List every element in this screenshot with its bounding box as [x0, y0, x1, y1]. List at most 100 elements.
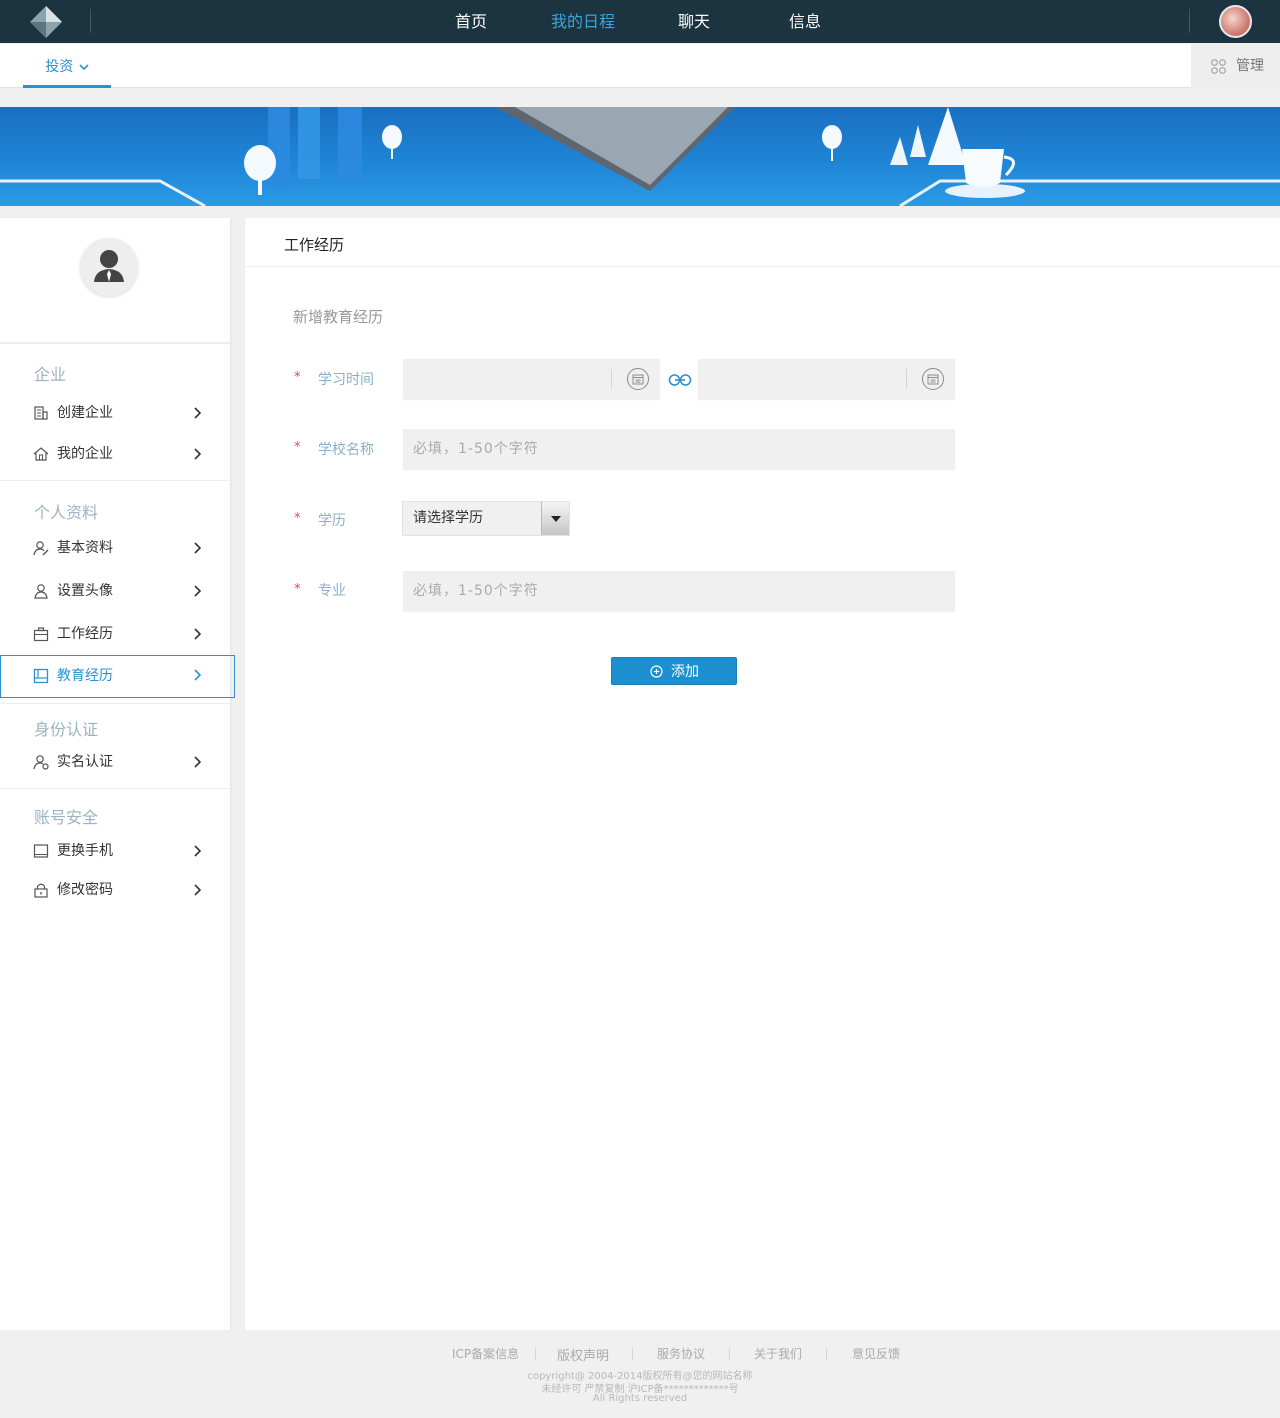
banner-illustration — [0, 107, 1280, 206]
nav-chat[interactable]: 聊天 — [654, 0, 734, 43]
degree-select[interactable]: 请选择学历 — [402, 501, 570, 536]
footer-divider — [535, 1348, 536, 1360]
id-user-icon — [33, 755, 49, 770]
user-avatar-top[interactable] — [1219, 5, 1252, 38]
sidebar-item-work-experience[interactable]: 工作经历 — [0, 614, 230, 654]
sidebar-divider — [0, 788, 230, 789]
footer-divider — [729, 1348, 730, 1360]
input-divider — [611, 369, 612, 389]
sidebar: 企业 创建企业 我的企业 个人资料 基本资料 设置头像 工作经历 教育经历 身份… — [0, 218, 235, 1330]
sidebar-item-label: 修改密码 — [57, 882, 113, 898]
sidebar-item-label: 基本资料 — [57, 540, 113, 556]
user-edit-icon — [33, 541, 49, 556]
tab-invest-label: 投资 — [45, 59, 74, 75]
degree-selected-value: 请选择学历 — [413, 510, 483, 526]
sidebar-item-change-phone[interactable]: 更换手机 — [0, 831, 230, 871]
sidebar-divider — [0, 342, 230, 344]
manage-button[interactable]: 管理 — [1191, 44, 1280, 88]
study-time-label: 学习时间 — [318, 372, 374, 388]
sidebar-item-create-company[interactable]: 创建企业 — [0, 393, 230, 433]
user-silhouette-icon — [94, 250, 124, 282]
tablet-icon — [33, 844, 49, 858]
page-title: 工作经历 — [284, 236, 345, 254]
chevron-right-icon — [194, 628, 202, 640]
footer-link-about[interactable]: 关于我们 — [754, 1345, 802, 1362]
lock-icon — [34, 883, 48, 898]
sidebar-item-my-company[interactable]: 我的企业 — [0, 434, 230, 474]
input-divider — [906, 369, 907, 389]
footer-link-icp[interactable]: ICP备案信息 — [452, 1345, 519, 1362]
chevron-right-icon — [194, 756, 202, 768]
logo-divider — [90, 9, 91, 33]
banner-image — [0, 107, 1280, 206]
sidebar-item-label: 教育经历 — [57, 668, 113, 684]
chevron-right-icon — [194, 585, 202, 597]
calendar-icon[interactable] — [921, 367, 945, 391]
sidebar-item-label: 创建企业 — [57, 405, 113, 421]
main-panel: 工作经历 新增教育经历 * 学习时间 * 学校名称 必填，1-50个字符 * 学… — [245, 218, 1280, 1330]
title-divider — [245, 266, 1280, 267]
study-end-date-input[interactable] — [698, 359, 955, 399]
sidebar-group-company: 企业 — [34, 365, 67, 384]
degree-label: 学历 — [318, 513, 346, 529]
link-icon — [668, 374, 692, 386]
required-mark: * — [294, 582, 301, 597]
sidebar-group-identity: 身份认证 — [34, 720, 99, 739]
briefcase-icon — [33, 627, 49, 642]
chevron-down-icon — [79, 64, 89, 71]
sidebar-group-security: 账号安全 — [34, 808, 99, 827]
tab-active-underline — [23, 85, 111, 88]
sidebar-item-label: 设置头像 — [57, 583, 113, 599]
chevron-right-icon — [194, 669, 202, 681]
sidebar-item-real-name[interactable]: 实名认证 — [0, 742, 230, 782]
school-name-label: 学校名称 — [318, 442, 374, 458]
plus-circle-icon — [650, 665, 663, 678]
nav-my-schedule[interactable]: 我的日程 — [543, 0, 623, 43]
add-button[interactable]: 添加 — [611, 657, 737, 685]
nav-messages[interactable]: 信息 — [765, 0, 845, 43]
footer-divider — [826, 1348, 827, 1360]
sidebar-item-label: 工作经历 — [57, 626, 113, 642]
section-title: 新增教育经历 — [293, 308, 384, 326]
sidebar-group-profile: 个人资料 — [34, 503, 99, 522]
chevron-right-icon — [194, 448, 202, 460]
logo-icon[interactable] — [28, 4, 64, 40]
footer-link-feedback[interactable]: 意见反馈 — [852, 1345, 900, 1362]
dropdown-arrow-icon[interactable] — [541, 502, 569, 535]
sidebar-item-label: 实名认证 — [57, 754, 113, 770]
chevron-right-icon — [194, 845, 202, 857]
sidebar-item-basic-info[interactable]: 基本资料 — [0, 528, 230, 568]
book-icon — [33, 668, 49, 684]
avatar-divider — [1189, 9, 1190, 33]
school-name-input[interactable]: 必填，1-50个字符 — [403, 429, 955, 469]
sub-navbar: 投资 管理 — [0, 44, 1280, 88]
major-placeholder: 必填，1-50个字符 — [413, 583, 539, 599]
sidebar-item-set-avatar[interactable]: 设置头像 — [0, 571, 230, 611]
sidebar-item-label: 更换手机 — [57, 843, 113, 859]
sidebar-divider — [0, 703, 230, 704]
major-label: 专业 — [318, 583, 346, 599]
required-mark: * — [294, 440, 301, 455]
major-input[interactable]: 必填，1-50个字符 — [403, 571, 955, 611]
chevron-right-icon — [194, 407, 202, 419]
grid-icon — [1211, 59, 1226, 74]
add-button-label: 添加 — [671, 664, 699, 680]
chevron-right-icon — [194, 884, 202, 896]
footer-rights: All Rights reserved — [592, 1393, 688, 1404]
profile-avatar[interactable] — [80, 238, 138, 296]
sidebar-item-education[interactable]: 教育经历 — [0, 655, 235, 698]
footer-divider — [632, 1348, 633, 1360]
footer-link-terms[interactable]: 服务协议 — [657, 1345, 705, 1362]
study-start-date-input[interactable] — [403, 359, 660, 399]
footer-link-copyright[interactable]: 版权声明 — [557, 1345, 609, 1364]
sidebar-item-label: 我的企业 — [57, 446, 113, 462]
manage-label: 管理 — [1236, 58, 1264, 74]
school-name-placeholder: 必填，1-50个字符 — [413, 441, 539, 457]
sidebar-item-change-password[interactable]: 修改密码 — [0, 870, 230, 910]
required-mark: * — [294, 511, 301, 526]
calendar-icon[interactable] — [626, 367, 650, 391]
footer: ICP备案信息 版权声明 服务协议 关于我们 意见反馈 copyright@ 2… — [0, 1330, 1280, 1418]
nav-home[interactable]: 首页 — [431, 0, 511, 43]
tab-invest[interactable]: 投资 — [23, 44, 111, 88]
sidebar-divider — [0, 480, 230, 481]
